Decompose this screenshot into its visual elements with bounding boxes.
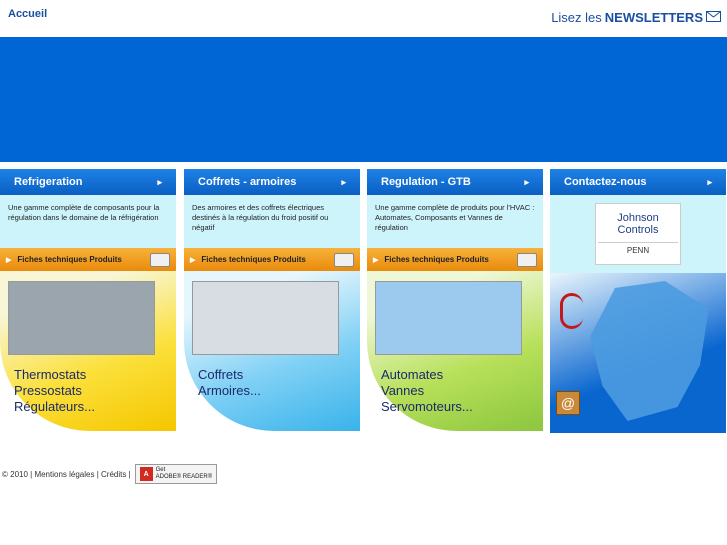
fiches-label: Fiches techniques Produits xyxy=(201,255,306,264)
arrow-right-icon: ▸ xyxy=(157,176,162,187)
coffrets-header[interactable]: Coffrets - armoires ▸ xyxy=(184,169,360,195)
hero-banner xyxy=(0,37,727,162)
coffrets-promo[interactable]: Coffrets Armoires... xyxy=(184,271,360,431)
regulation-promo[interactable]: Automates Vannes Servomoteurs... xyxy=(367,271,543,431)
refrigeration-title: Refrigeration xyxy=(14,176,83,188)
arrow-right-icon: ▸ xyxy=(341,176,346,187)
automate-image xyxy=(375,281,522,355)
phone-icon xyxy=(560,293,583,329)
envelope-icon xyxy=(706,10,721,25)
cabinet-image xyxy=(192,281,339,355)
promo-line: Coffrets xyxy=(198,367,244,382)
arrow-right-icon: ▸ xyxy=(524,176,529,187)
arrow-right-icon: ▶ xyxy=(190,256,196,264)
fiches-label: Fiches techniques Produits xyxy=(17,255,122,264)
promo-line: Thermostats xyxy=(14,367,87,382)
regulation-fiches-link[interactable]: ▶ Fiches techniques Produits xyxy=(367,248,543,271)
book-icon xyxy=(517,252,537,267)
arrow-right-icon: ▶ xyxy=(373,256,379,264)
refrigeration-column: Refrigeration ▸ Une gamme complète de co… xyxy=(0,169,176,431)
france-map[interactable]: @ xyxy=(550,273,726,433)
arrow-right-icon: ▶ xyxy=(6,256,12,264)
refrigeration-header[interactable]: Refrigeration ▸ xyxy=(0,169,176,195)
refrigeration-description: Une gamme complète de composants pour la… xyxy=(0,195,176,248)
france-shape xyxy=(590,281,709,421)
logo-line: Johnson xyxy=(617,211,659,224)
regulation-title: Regulation - GTB xyxy=(381,176,471,188)
promo-text: Coffrets Armoires... xyxy=(198,367,261,399)
fiches-label: Fiches techniques Produits xyxy=(384,255,489,264)
thermostat-image xyxy=(8,281,155,355)
contact-title: Contactez-nous xyxy=(564,176,647,188)
get-adobe-reader-button[interactable]: A Get ADOBE® READER® xyxy=(134,464,218,484)
coffrets-description: Des armoires et des coffrets électriques… xyxy=(184,195,360,248)
adobe-line: ADOBE® READER® xyxy=(155,474,213,480)
promo-text: Automates Vannes Servomoteurs... xyxy=(381,367,473,415)
partner-logo-area: Johnson Controls PENN xyxy=(550,195,726,273)
logo-line: Controls xyxy=(617,223,659,236)
home-link[interactable]: Accueil xyxy=(8,8,47,20)
promo-line: Automates xyxy=(381,367,444,382)
regulation-column: Regulation - GTB ▸ Une gamme complète de… xyxy=(367,169,543,431)
newsletter-prefix: Lisez les xyxy=(551,10,602,25)
coffrets-title: Coffrets - armoires xyxy=(198,176,297,188)
promo-line: Armoires... xyxy=(198,383,261,398)
adobe-line: Get xyxy=(155,467,166,473)
refrigeration-promo[interactable]: Thermostats Pressostats Régulateurs... xyxy=(0,271,176,431)
contact-header[interactable]: Contactez-nous ▸ xyxy=(550,169,726,195)
regulation-header[interactable]: Regulation - GTB ▸ xyxy=(367,169,543,195)
newsletter-link[interactable]: Lisez les NEWSLETTERS xyxy=(551,10,721,25)
footer-links[interactable]: © 2010 | Mentions légales | Crédits | xyxy=(2,470,131,479)
contact-column: Contactez-nous ▸ Johnson Controls PENN @ xyxy=(550,169,726,433)
regulation-description: Une gamme complète de produits pour l'HV… xyxy=(367,195,543,248)
penn-logo: PENN xyxy=(598,241,678,257)
book-icon xyxy=(150,252,170,267)
johnson-controls-logo: Johnson Controls PENN xyxy=(595,203,681,265)
footer: © 2010 | Mentions légales | Crédits | A … xyxy=(2,464,218,484)
promo-line: Servomoteurs... xyxy=(381,399,473,414)
refrigeration-fiches-link[interactable]: ▶ Fiches techniques Produits xyxy=(0,248,176,271)
newsletter-label: NEWSLETTERS xyxy=(604,10,703,25)
promo-line: Pressostats xyxy=(14,383,82,398)
promo-text: Thermostats Pressostats Régulateurs... xyxy=(14,367,95,415)
pdf-icon: A xyxy=(139,467,153,481)
promo-line: Régulateurs... xyxy=(14,399,95,414)
book-icon xyxy=(334,252,354,267)
email-icon[interactable]: @ xyxy=(556,391,580,415)
arrow-right-icon: ▸ xyxy=(707,176,712,187)
promo-line: Vannes xyxy=(381,383,425,398)
coffrets-column: Coffrets - armoires ▸ Des armoires et de… xyxy=(184,169,360,431)
coffrets-fiches-link[interactable]: ▶ Fiches techniques Produits xyxy=(184,248,360,271)
adobe-label: Get ADOBE® READER® xyxy=(156,467,213,481)
